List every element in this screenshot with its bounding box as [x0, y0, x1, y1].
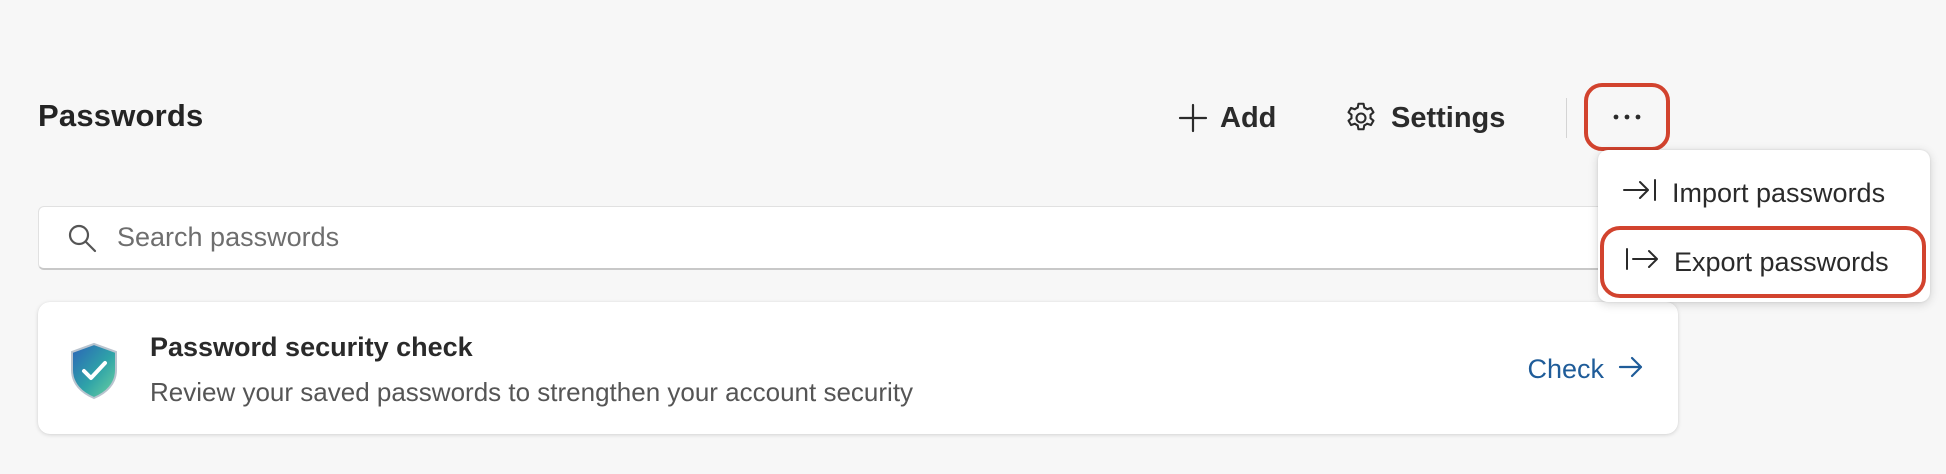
add-button[interactable]: Add: [1178, 92, 1276, 144]
plus-icon: [1178, 103, 1208, 133]
passwords-page: Passwords Add Settings Search passwords …: [0, 0, 1946, 474]
menu-item-import-passwords[interactable]: Import passwords: [1598, 162, 1930, 224]
check-link[interactable]: Check: [1527, 354, 1644, 385]
check-link-label: Check: [1527, 354, 1604, 384]
search-input[interactable]: [115, 221, 1519, 254]
settings-button-label: Settings: [1391, 101, 1506, 134]
card-title: Password security check: [150, 332, 473, 362]
search-icon: [65, 221, 99, 255]
menu-item-export-passwords[interactable]: Export passwords: [1600, 226, 1926, 298]
add-button-label: Add: [1220, 101, 1277, 134]
toolbar-divider: [1566, 98, 1567, 138]
export-icon: [1624, 246, 1660, 279]
shield-check-icon: [68, 342, 120, 405]
password-security-check-card: Password security check Review your save…: [38, 302, 1678, 434]
page-title: Passwords: [38, 98, 204, 133]
search-box[interactable]: [38, 206, 1678, 270]
import-icon: [1622, 177, 1658, 210]
more-options-menu: Import passwords Export passwords: [1598, 150, 1930, 302]
gear-icon: [1343, 100, 1379, 136]
card-description: Review your saved passwords to strengthe…: [150, 377, 914, 407]
more-options-button[interactable]: [1584, 83, 1670, 151]
menu-item-label: Export passwords: [1674, 246, 1889, 277]
more-horizontal-icon: [1612, 108, 1642, 126]
arrow-right-icon: [1618, 354, 1644, 385]
settings-button[interactable]: Settings: [1343, 92, 1505, 144]
menu-item-label: Import passwords: [1672, 177, 1886, 208]
